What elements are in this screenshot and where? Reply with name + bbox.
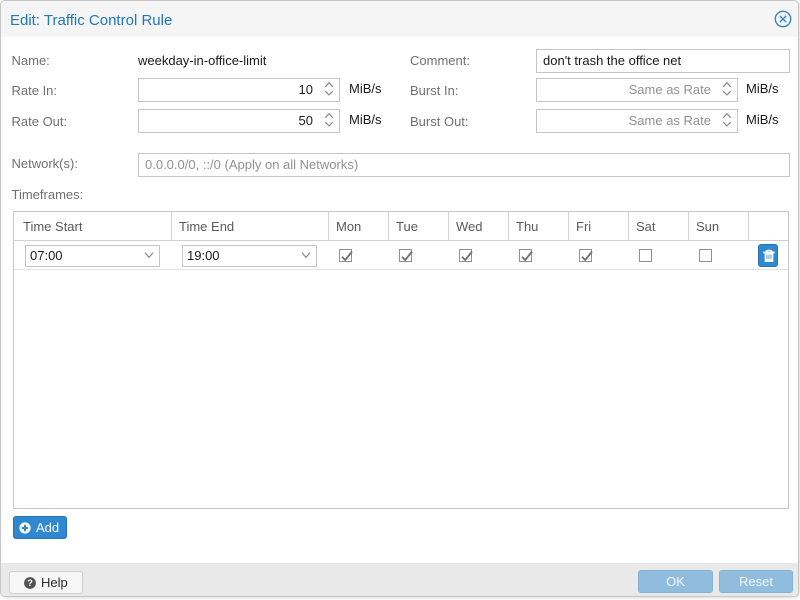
- svg-text:?: ?: [27, 578, 33, 589]
